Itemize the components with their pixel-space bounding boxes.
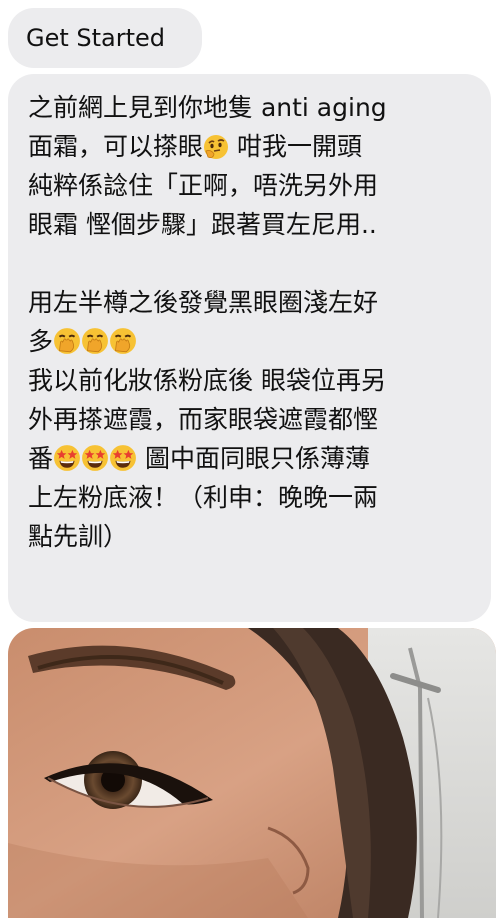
star-struck-icon	[82, 445, 108, 471]
message-line-9-start: 番	[28, 444, 54, 473]
message-line-9: 番 圖中面同眼只係薄薄	[28, 439, 477, 478]
get-started-text: Get Started	[26, 24, 166, 52]
message-line-5: 用左半樽之後發覺黑眼圈淺左好	[28, 288, 379, 317]
message-line-10: 上左粉底液！（利申：晚晚一兩	[28, 483, 379, 512]
star-struck-icon	[54, 445, 80, 471]
message-line-8: 外再搽遮霞，而家眼袋遮霞都慳	[28, 405, 379, 434]
message-line-7: 我以前化妝係粉底後 眼袋位再另	[28, 366, 386, 395]
message-bubble: 之前網上見到你地隻 anti aging 面霜，可以搽眼 咁我一開頭 純粹係諗住…	[8, 74, 491, 622]
message-line-2: 面霜，可以搽眼 咁我一開頭	[28, 127, 477, 166]
message-line-6-start: 多	[28, 327, 54, 356]
hand-over-mouth-icon	[110, 328, 136, 354]
eye-photo-image	[8, 628, 496, 918]
message-line-4: 眼霜 慳個步驟」跟著買左尼用..	[28, 210, 377, 239]
message-line-3: 純粹係諗住「正啊，唔洗另外用	[28, 171, 379, 200]
message-line-9-end: 圖中面同眼只係薄薄	[144, 444, 370, 473]
message-line-2-end: 咁我一開頭	[236, 132, 362, 161]
message-line-2-start: 面霜，可以搽眼	[28, 132, 204, 161]
hand-over-mouth-icon	[54, 328, 80, 354]
message-paragraph-gap	[28, 244, 477, 283]
hand-over-mouth-icon	[82, 328, 108, 354]
star-struck-icon	[110, 445, 136, 471]
thinking-face-icon	[204, 135, 229, 159]
get-started-bubble[interactable]: Get Started	[8, 8, 202, 68]
message-line-11: 點先訓）	[28, 522, 129, 551]
eye-photo[interactable]	[8, 628, 496, 918]
message-line-6: 多	[28, 322, 477, 361]
message-line-1: 之前網上見到你地隻 anti aging	[28, 93, 387, 122]
